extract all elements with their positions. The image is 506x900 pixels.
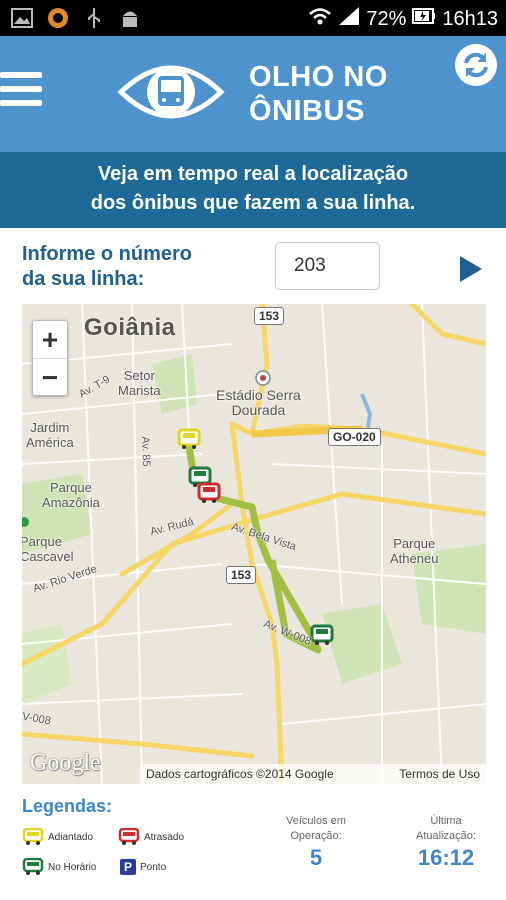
battery-icon: [412, 7, 436, 31]
legend-adiantado-label: Adiantado: [48, 831, 94, 843]
banner-line1: Veja em tempo real a localização: [97, 163, 409, 185]
map-label-parque-amazonia: Parque Amazônia: [42, 480, 100, 510]
legend-no-horario-label: No Horário: [48, 861, 97, 873]
map-view[interactable]: Goiânia Setor Marista Estádio Serra Dour…: [22, 304, 486, 784]
zoom-control: + −: [32, 320, 68, 396]
highway-shield-153-north: 153: [254, 307, 285, 325]
highway-shield-go020: GO-020: [328, 428, 381, 446]
info-banner: Veja em tempo real a localização dos ôni…: [0, 152, 506, 228]
terms-link[interactable]: Termos de Uso: [399, 767, 480, 781]
map-label-estadio: Estádio Serra Dourada: [216, 387, 301, 418]
wifi-icon: [308, 6, 332, 32]
app-title-line2: ÔNIBUS: [249, 95, 365, 127]
zoom-out-button[interactable]: −: [33, 359, 67, 397]
refresh-icon[interactable]: [455, 44, 497, 86]
last-update-time: 16:12: [417, 845, 475, 870]
app-notification-icon: [46, 6, 70, 30]
map-city-label: Goiânia: [84, 314, 176, 341]
bus-green-icon: [22, 858, 44, 875]
line-number-label: Informe o número da sua linha:: [22, 242, 242, 292]
legend-ponto-label: Ponto: [140, 861, 167, 873]
bus-no-horario-marker-2[interactable]: [310, 624, 334, 646]
vehicles-label-line1: Veículos em: [286, 815, 346, 827]
legend-atrasado-label: Atrasado: [144, 831, 185, 843]
vehicles-label-line2: Operação:: [290, 830, 342, 842]
play-submit-icon[interactable]: [458, 254, 484, 284]
status-bar: 72% 16h13: [0, 0, 506, 36]
map-label-av-85: Av. 85: [139, 436, 153, 467]
usb-icon: [82, 6, 106, 30]
label-line2: da sua linha:: [22, 268, 145, 290]
legend-ponto: P Ponto: [120, 859, 166, 875]
update-label-line2: Atualização:: [416, 830, 476, 842]
bus-atrasado-marker[interactable]: [197, 482, 221, 504]
signal-icon: [338, 6, 360, 32]
vehicles-count: 5: [309, 845, 323, 870]
app-title: OLHO NO ÔNIBUS: [249, 60, 388, 128]
map-data-credit: Dados cartográficos ©2014 Google: [146, 767, 334, 781]
update-label-line1: Última: [430, 815, 462, 827]
vehicles-stat: Veículos em Operação: 5: [266, 814, 366, 870]
eye-bus-logo-icon: [117, 65, 225, 119]
app-title-line1: OLHO NO: [249, 61, 388, 93]
bus-red-icon: [118, 828, 140, 845]
bus-stop-icon: P: [120, 859, 136, 875]
banner-line2: dos ônibus que fazem a sua linha.: [90, 192, 416, 214]
android-icon: [118, 6, 142, 30]
line-number-input[interactable]: [275, 242, 380, 290]
google-logo: Google: [30, 750, 101, 776]
legend-adiantado: Adiantado: [22, 828, 93, 846]
battery-percent: 72%: [366, 7, 407, 30]
label-line1: Informe o número: [22, 243, 193, 265]
map-label-parque-cascavel: Parque Cascavel: [22, 534, 74, 564]
bus-yellow-icon: [22, 828, 44, 845]
last-update-stat: Última Atualização: 16:12: [396, 814, 496, 870]
map-label-setor-marista: Setor Marista: [118, 368, 161, 398]
clock: 16h13: [442, 7, 498, 30]
legend-no-horario: No Horário: [22, 858, 96, 876]
zoom-in-button[interactable]: +: [33, 321, 67, 359]
legend-atrasado: Atrasado: [118, 828, 184, 846]
menu-icon[interactable]: [0, 72, 46, 112]
map-label-jardim-america: Jardim América: [26, 420, 74, 450]
gallery-icon: [10, 6, 34, 30]
map-attribution: Dados cartográficos ©2014 Google Termos …: [140, 764, 486, 784]
highway-shield-153-south: 153: [226, 566, 257, 584]
legend-title: Legendas:: [22, 796, 113, 816]
map-label-parque-atheneu: Parque Atheneu: [390, 536, 439, 566]
bus-adiantado-marker[interactable]: [177, 428, 201, 450]
